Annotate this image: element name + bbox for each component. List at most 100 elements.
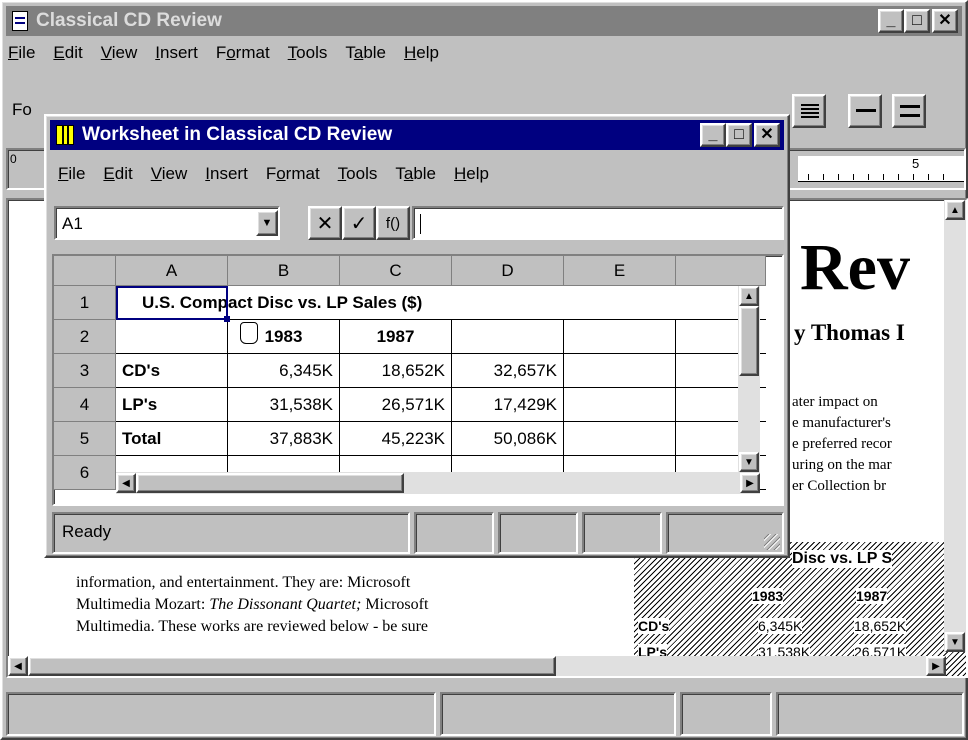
row-header-4[interactable]: 4 [54, 388, 116, 422]
scroll-left-icon[interactable]: ◀ [8, 656, 28, 676]
cell-b3[interactable]: 6,345K [228, 354, 340, 388]
doc-horizontal-scrollbar[interactable]: ◀ ▶ [8, 656, 946, 676]
cell-a1[interactable]: U.S. Compact Disc vs. LP Sales ($) [116, 286, 422, 320]
column-header-a[interactable]: A [116, 256, 228, 286]
size-grip-icon[interactable] [764, 534, 780, 550]
column-header-b[interactable]: B [228, 256, 340, 286]
ruler-zero-label: 0 [10, 152, 17, 166]
ws-menu-format[interactable]: Format [266, 164, 320, 184]
ws-status-panel-5 [666, 512, 784, 554]
worksheet-title-bar[interactable]: Worksheet in Classical CD Review _ □ ✕ [50, 120, 784, 150]
cell-d2[interactable] [452, 320, 564, 354]
column-header-c[interactable]: C [340, 256, 452, 286]
close-icon[interactable]: ✕ [932, 9, 958, 33]
embedded-year-1987: 1987 [856, 588, 888, 604]
align-justify-button[interactable] [792, 94, 826, 128]
grid-vertical-scrollbar[interactable]: ▲ ▼ [738, 286, 760, 472]
ws-menu-tools[interactable]: Tools [338, 164, 378, 184]
double-spacing-button[interactable] [892, 94, 926, 128]
doc-hscroll-thumb[interactable] [28, 656, 556, 676]
grid-vscroll-thumb[interactable] [739, 306, 759, 376]
scroll-down-icon[interactable]: ▼ [945, 632, 965, 652]
scroll-up-icon[interactable]: ▲ [945, 200, 965, 220]
doc-right-column: ater impact on e manufacturer's e preferre… [792, 392, 892, 497]
scroll-right-icon[interactable]: ▶ [740, 473, 760, 493]
cell-e1[interactable] [564, 286, 676, 320]
dropdown-arrow-icon[interactable]: ▼ [256, 210, 278, 236]
cell-b5[interactable]: 37,883K [228, 422, 340, 456]
cell-a2[interactable] [116, 320, 228, 354]
ws-menu-file[interactable]: File [58, 164, 85, 184]
cell-d1[interactable] [452, 286, 564, 320]
maximize-icon[interactable]: □ [904, 9, 930, 33]
name-box-value: A1 [62, 214, 83, 233]
scroll-right-icon[interactable]: ▶ [926, 656, 946, 676]
cell-d4[interactable]: 17,429K [452, 388, 564, 422]
row-header-5[interactable]: 5 [54, 422, 116, 456]
cancel-entry-button[interactable]: ✕ [308, 206, 342, 240]
main-status-bar [6, 692, 966, 736]
formula-bar: A1 ▼ ✕ ✓ f() [52, 202, 784, 246]
maximize-icon[interactable]: □ [726, 123, 752, 147]
doc-big-title: Rev [800, 231, 910, 304]
row-header-6[interactable]: 6 [54, 456, 116, 490]
cell-d5[interactable]: 50,086K [452, 422, 564, 456]
grid-hscroll-thumb[interactable] [136, 473, 404, 493]
function-wizard-button[interactable]: f() [376, 206, 410, 240]
main-menu-table[interactable]: Table [345, 43, 386, 63]
cell-c2[interactable]: 1987 [340, 320, 452, 354]
fill-handle[interactable] [224, 316, 230, 322]
cell-e3[interactable] [564, 354, 676, 388]
main-menu-bar: File Edit View Insert Format Tools Table Help [8, 40, 439, 66]
scroll-left-icon[interactable]: ◀ [116, 473, 136, 493]
main-menu-file[interactable]: File [8, 43, 35, 63]
ws-menu-help[interactable]: Help [454, 164, 489, 184]
ws-menu-view[interactable]: View [151, 164, 188, 184]
main-menu-edit[interactable]: Edit [53, 43, 82, 63]
main-menu-help[interactable]: Help [404, 43, 439, 63]
grid-horizontal-scrollbar[interactable]: ◀ ▶ [116, 472, 760, 494]
cell-e4[interactable] [564, 388, 676, 422]
main-menu-insert[interactable]: Insert [155, 43, 198, 63]
close-icon[interactable]: ✕ [754, 123, 780, 147]
main-menu-format[interactable]: Format [216, 43, 270, 63]
cell-a3[interactable]: CD's [116, 354, 228, 388]
name-box[interactable]: A1 ▼ [54, 206, 280, 240]
status-ready-text: Ready [62, 522, 112, 541]
scroll-down-icon[interactable]: ▼ [739, 452, 759, 472]
embedded-header: Disc vs. LP S [792, 550, 893, 568]
ws-menu-table[interactable]: Table [395, 164, 436, 184]
ws-menu-insert[interactable]: Insert [205, 164, 248, 184]
worksheet-menu-bar: File Edit View Insert Format Tools Table Help [58, 162, 489, 186]
cell-c4[interactable]: 26,571K [340, 388, 452, 422]
spreadsheet-grid[interactable]: A B C D E 1 U.S. Compact Disc vs. LP Sales ($)… [52, 254, 784, 506]
single-spacing-button[interactable] [848, 94, 882, 128]
main-menu-tools[interactable]: Tools [288, 43, 328, 63]
main-menu-view[interactable]: View [101, 43, 138, 63]
cell-e5[interactable] [564, 422, 676, 456]
formula-input[interactable] [412, 206, 784, 240]
row-header-1[interactable]: 1 [54, 286, 116, 320]
cell-b4[interactable]: 31,538K [228, 388, 340, 422]
scroll-up-icon[interactable]: ▲ [739, 286, 759, 306]
cell-a4[interactable]: LP's [116, 388, 228, 422]
worksheet-icon [56, 125, 74, 145]
column-header-e[interactable]: E [564, 256, 676, 286]
cell-c5[interactable]: 45,223K [340, 422, 452, 456]
main-title-bar[interactable]: Classical CD Review _ □ ✕ [6, 6, 962, 36]
ws-menu-edit[interactable]: Edit [103, 164, 132, 184]
cell-e2[interactable] [564, 320, 676, 354]
row-header-3[interactable]: 3 [54, 354, 116, 388]
doc-vertical-scrollbar[interactable]: ▲ ▼ [944, 200, 966, 652]
column-header-blank[interactable] [676, 256, 766, 286]
minimize-icon[interactable]: _ [878, 9, 904, 33]
minimize-icon[interactable]: _ [700, 123, 726, 147]
row-header-2[interactable]: 2 [54, 320, 116, 354]
confirm-entry-button[interactable]: ✓ [342, 206, 376, 240]
doc-right-line: e manufacturer's [792, 415, 891, 431]
select-all-corner[interactable] [54, 256, 116, 286]
cell-a5[interactable]: Total [116, 422, 228, 456]
cell-d3[interactable]: 32,657K [452, 354, 564, 388]
column-header-d[interactable]: D [452, 256, 564, 286]
cell-c3[interactable]: 18,652K [340, 354, 452, 388]
